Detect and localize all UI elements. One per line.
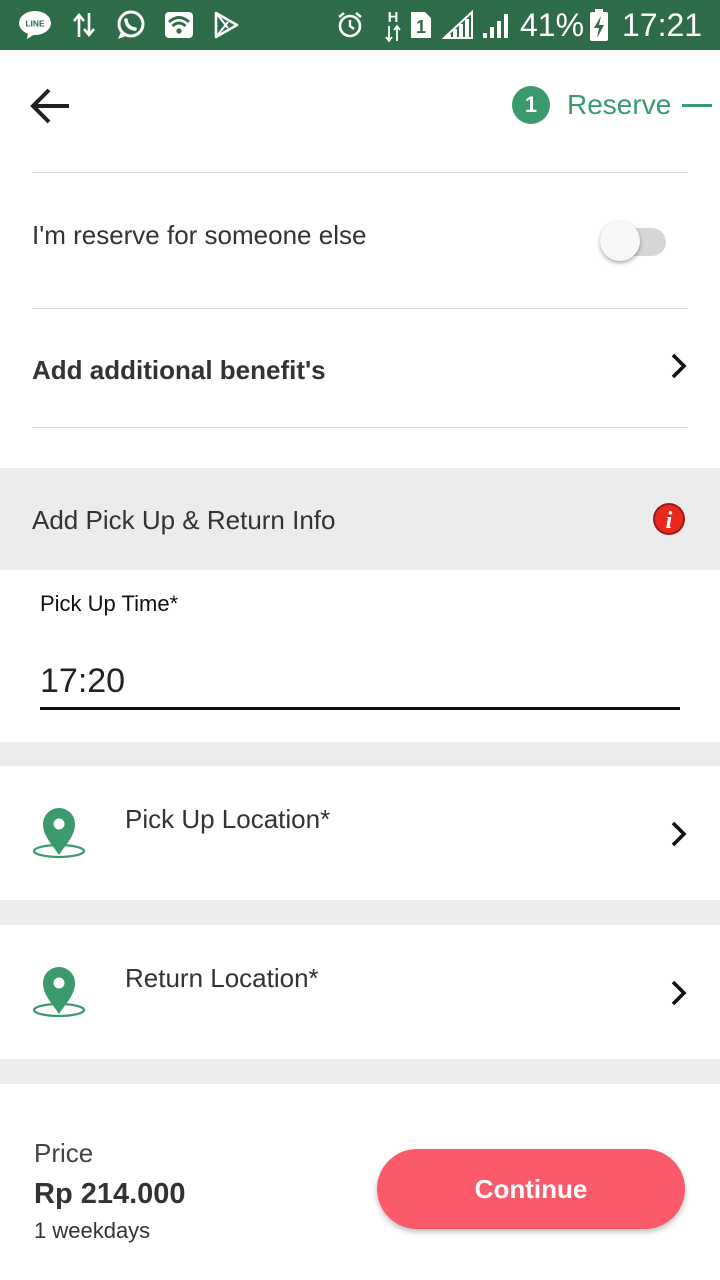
pickup-section-title: Add Pick Up & Return Info — [32, 505, 336, 535]
line-app-label: LINE — [25, 19, 45, 29]
info-glyph: i — [666, 508, 673, 534]
whatsapp-icon — [114, 0, 148, 50]
additional-benefit-row[interactable]: Add additional benefit's — [32, 354, 326, 386]
pickup-location-label: Pick Up Location* — [125, 804, 331, 834]
step-label: Reserve — [567, 89, 672, 120]
return-location-label: Return Location* — [125, 963, 319, 993]
divider — [32, 172, 688, 173]
location-pin-icon — [30, 806, 88, 862]
signal-1-icon — [442, 0, 474, 50]
price-footer: Price Rp 214.000 1 weekdays Continue — [0, 1084, 720, 1280]
pickup-location-row[interactable]: Pick Up Location* — [0, 766, 720, 900]
continue-button[interactable]: Continue — [377, 1149, 685, 1229]
chevron-right-icon[interactable] — [664, 816, 694, 852]
alarm-icon — [336, 0, 364, 50]
play-store-icon — [212, 0, 240, 50]
hspa-icon: H — [382, 0, 404, 50]
hspa-label: H — [388, 9, 399, 26]
chevron-right-icon[interactable] — [664, 348, 694, 384]
divider — [32, 427, 688, 428]
status-time: 17:21 — [622, 6, 703, 43]
sim-1-icon: 1 — [408, 0, 434, 50]
reserve-other-label: I'm reserve for someone else — [32, 220, 367, 250]
location-pin-icon — [30, 965, 88, 1021]
back-button[interactable] — [24, 80, 76, 132]
divider — [32, 308, 688, 309]
price-duration: 1 weekdays — [34, 1218, 151, 1243]
app-header: 1 Reserve — [0, 50, 720, 160]
price-value: Rp 214.000 — [34, 1178, 186, 1210]
section-gap — [0, 742, 720, 766]
pickup-time-underline — [40, 707, 680, 710]
data-transfer-icon — [70, 0, 98, 50]
section-gap — [0, 1059, 720, 1084]
section-gap — [0, 900, 720, 925]
step-number-badge: 1 — [512, 86, 550, 124]
sim-label: 1 — [416, 17, 426, 37]
wifi-icon — [164, 0, 194, 50]
return-location-row[interactable]: Return Location* — [0, 925, 720, 1059]
battery-percent: 41% — [520, 6, 585, 43]
info-icon[interactable]: i — [652, 502, 686, 536]
line-app-icon: LINE — [18, 0, 52, 50]
pickup-time-label: Pick Up Time* — [40, 591, 179, 616]
battery-icon — [588, 0, 610, 50]
price-label: Price — [34, 1138, 94, 1168]
chevron-right-icon[interactable] — [664, 975, 694, 1011]
signal-2-icon — [480, 0, 512, 50]
step-progress-line — [682, 104, 712, 107]
toggle-thumb — [600, 221, 640, 261]
pickup-time-input[interactable]: 17:20 — [40, 660, 125, 702]
arrow-left-icon — [30, 88, 69, 124]
pickup-section-header: Add Pick Up & Return Info i — [0, 468, 720, 570]
status-bar: LINE H 1 41% 17:21 — [0, 0, 720, 50]
reserve-other-toggle[interactable] — [600, 221, 670, 261]
